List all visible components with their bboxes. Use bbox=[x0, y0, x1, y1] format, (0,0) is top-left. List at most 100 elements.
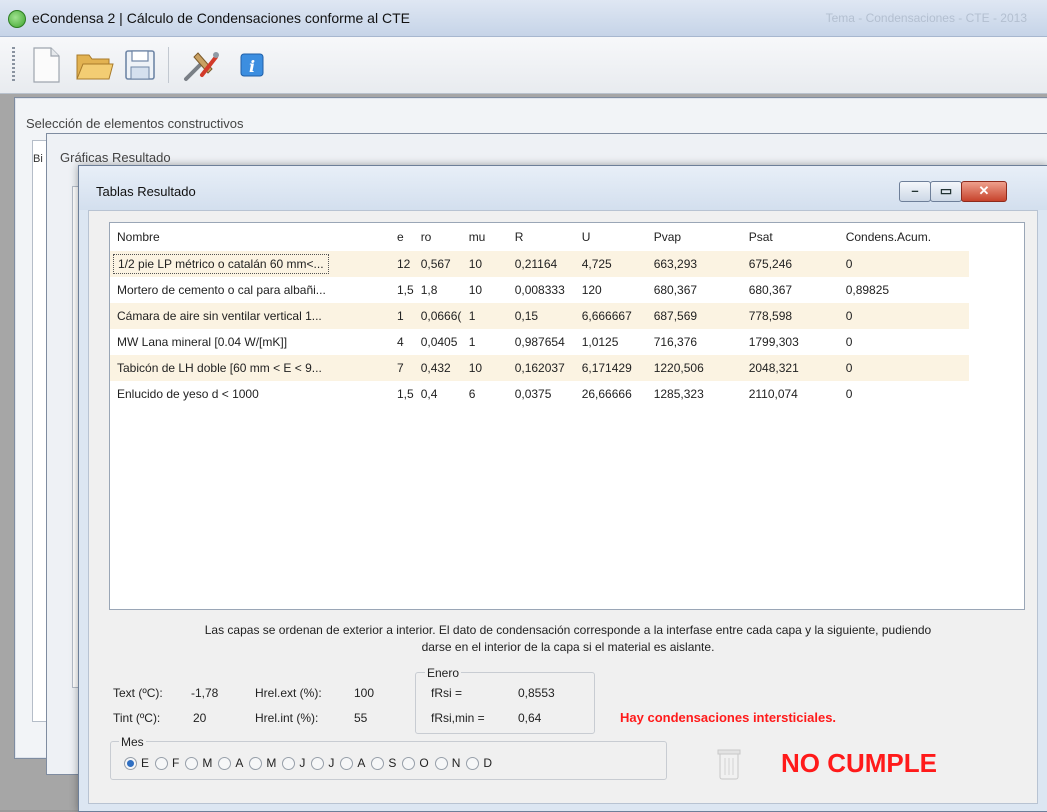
column-header[interactable]: U bbox=[575, 223, 647, 251]
table-cell[interactable]: 0,567 bbox=[413, 251, 462, 277]
new-document-icon[interactable] bbox=[26, 45, 66, 85]
info-icon[interactable]: i bbox=[232, 45, 272, 85]
maximize-button[interactable]: ▭ bbox=[930, 181, 962, 202]
table-cell[interactable]: 6,171429 bbox=[574, 355, 647, 381]
graficas-window-title: Gráficas Resultado bbox=[60, 150, 171, 165]
table-cell[interactable]: 663,293 bbox=[646, 251, 742, 277]
table-row[interactable]: Enlucido de yeso d < 1000 1,5 0,4 6 0,03… bbox=[110, 381, 969, 407]
table-cell[interactable]: 0 bbox=[839, 381, 969, 407]
table-cell[interactable]: 2048,321 bbox=[741, 355, 839, 381]
table-cell[interactable]: 1,5 bbox=[390, 277, 414, 303]
table-cell[interactable]: 1 bbox=[462, 329, 508, 355]
column-header[interactable]: mu bbox=[462, 223, 508, 251]
table-cell[interactable]: 120 bbox=[575, 277, 647, 303]
column-header[interactable]: Psat bbox=[742, 223, 839, 251]
table-header-row: Nombre e ro mu R U Pvap Psat Condens.Acu… bbox=[110, 223, 969, 251]
table-row[interactable]: Mortero de cemento o cal para albañi... … bbox=[110, 277, 969, 303]
table-cell[interactable]: 1 bbox=[390, 303, 414, 329]
table-cell[interactable]: 0,89825 bbox=[839, 277, 969, 303]
results-grid[interactable]: Nombre e ro mu R U Pvap Psat Condens.Acu… bbox=[109, 222, 1025, 610]
open-folder-icon[interactable] bbox=[74, 45, 114, 85]
table-cell[interactable]: 687,569 bbox=[646, 303, 742, 329]
table-cell[interactable]: 12 bbox=[390, 251, 414, 277]
table-cell[interactable]: 1,5 bbox=[390, 381, 414, 407]
app-title-faded-text: Tema - Condensaciones - CTE - 2013 bbox=[825, 11, 1027, 25]
table-cell[interactable]: Enlucido de yeso d < 1000 bbox=[110, 381, 390, 407]
table-cell[interactable]: 1,8 bbox=[414, 277, 462, 303]
table-cell[interactable]: 0,15 bbox=[507, 303, 575, 329]
table-cell[interactable]: 716,376 bbox=[647, 329, 742, 355]
table-cell[interactable]: 2110,074 bbox=[742, 381, 839, 407]
table-row[interactable]: Tabicón de LH doble [60 mm < E < 9... 7 … bbox=[110, 355, 969, 381]
table-cell[interactable]: 0,432 bbox=[413, 355, 462, 381]
column-header[interactable]: e bbox=[390, 223, 414, 251]
selected-cell-text: 1/2 pie LP métrico o catalán 60 mm<... bbox=[113, 254, 329, 274]
table-cell[interactable]: 0,987654 bbox=[508, 329, 575, 355]
trash-icon[interactable] bbox=[717, 748, 741, 780]
table-cell[interactable]: 1220,506 bbox=[646, 355, 742, 381]
table-row[interactable]: MW Lana mineral [0.04 W/[mK]] 4 0,0405 1… bbox=[110, 329, 969, 355]
table-cell[interactable]: 6 bbox=[462, 381, 508, 407]
tools-icon[interactable] bbox=[180, 45, 220, 85]
table-cell[interactable]: 10 bbox=[461, 251, 508, 277]
table-cell[interactable]: 10 bbox=[461, 355, 508, 381]
table-cell[interactable]: 0 bbox=[839, 329, 969, 355]
table-cell[interactable]: 1/2 pie LP métrico o catalán 60 mm<... bbox=[110, 251, 390, 277]
table-cell[interactable]: 0 bbox=[838, 303, 969, 329]
table-cell[interactable]: 0,21164 bbox=[507, 251, 575, 277]
month-radio[interactable]: A bbox=[340, 756, 365, 770]
table-cell[interactable]: 1285,323 bbox=[647, 381, 742, 407]
table-cell[interactable]: 0,4 bbox=[414, 381, 462, 407]
column-header[interactable]: Pvap bbox=[647, 223, 742, 251]
table-row[interactable]: Cámara de aire sin ventilar vertical 1..… bbox=[110, 303, 969, 329]
table-cell[interactable]: Cámara de aire sin ventilar vertical 1..… bbox=[110, 303, 390, 329]
minimize-button[interactable]: – bbox=[899, 181, 931, 202]
month-radio[interactable]: N bbox=[434, 756, 460, 770]
table-cell[interactable]: 0,162037 bbox=[507, 355, 575, 381]
save-icon[interactable] bbox=[120, 45, 160, 85]
table-cell[interactable]: 7 bbox=[390, 355, 414, 381]
table-cell[interactable]: MW Lana mineral [0.04 W/[mK]] bbox=[110, 329, 390, 355]
table-cell[interactable]: 4 bbox=[390, 329, 414, 355]
table-cell[interactable]: 26,66666 bbox=[575, 381, 647, 407]
close-button[interactable]: ✕ bbox=[961, 181, 1007, 202]
table-cell[interactable]: 0,0375 bbox=[508, 381, 575, 407]
table-cell[interactable]: 0 bbox=[838, 355, 969, 381]
month-radio[interactable]: D bbox=[466, 756, 492, 770]
table-cell[interactable]: 680,367 bbox=[742, 277, 839, 303]
column-header[interactable]: R bbox=[508, 223, 575, 251]
table-cell[interactable]: 0,008333 bbox=[508, 277, 575, 303]
month-radio[interactable]: M bbox=[249, 756, 276, 770]
table-cell[interactable]: 1,0125 bbox=[575, 329, 647, 355]
table-cell[interactable]: 6,666667 bbox=[574, 303, 647, 329]
radio-dot bbox=[466, 756, 480, 770]
month-radio[interactable]: J bbox=[311, 756, 334, 770]
column-header[interactable]: Nombre bbox=[110, 223, 390, 251]
seleccion-tab-fragment[interactable]: Bi bbox=[33, 153, 43, 165]
table-cell[interactable]: 1 bbox=[461, 303, 508, 329]
month-radio[interactable]: E bbox=[124, 756, 149, 770]
toolbar-grip[interactable] bbox=[12, 47, 15, 83]
column-header[interactable]: Condens.Acum. bbox=[839, 223, 969, 251]
month-radio[interactable]: M bbox=[185, 756, 212, 770]
month-radio[interactable]: J bbox=[282, 756, 305, 770]
table-cell[interactable]: 10 bbox=[462, 277, 508, 303]
table-cell[interactable]: 0,0405 bbox=[414, 329, 462, 355]
month-radio[interactable]: F bbox=[155, 756, 179, 770]
month-radio[interactable]: A bbox=[218, 756, 243, 770]
table-cell[interactable]: 0 bbox=[838, 251, 969, 277]
table-cell[interactable]: 1799,303 bbox=[742, 329, 839, 355]
table-cell[interactable]: 778,598 bbox=[741, 303, 839, 329]
table-cell[interactable]: 4,725 bbox=[574, 251, 647, 277]
month-radio[interactable]: O bbox=[402, 756, 429, 770]
month-radio-group: E F M A M J J A S O N D bbox=[124, 754, 498, 772]
table-cell[interactable]: 680,367 bbox=[647, 277, 742, 303]
table-row[interactable]: 1/2 pie LP métrico o catalán 60 mm<... 1… bbox=[110, 251, 969, 277]
table-cell[interactable]: Mortero de cemento o cal para albañi... bbox=[110, 277, 390, 303]
table-cell[interactable]: 0,0666( bbox=[413, 303, 462, 329]
column-header[interactable]: ro bbox=[414, 223, 462, 251]
tablas-window-titlebar[interactable]: Tablas Resultado – ▭ ✕ bbox=[79, 166, 1047, 210]
table-cell[interactable]: 675,246 bbox=[741, 251, 839, 277]
month-radio[interactable]: S bbox=[371, 756, 396, 770]
table-cell[interactable]: Tabicón de LH doble [60 mm < E < 9... bbox=[110, 355, 390, 381]
